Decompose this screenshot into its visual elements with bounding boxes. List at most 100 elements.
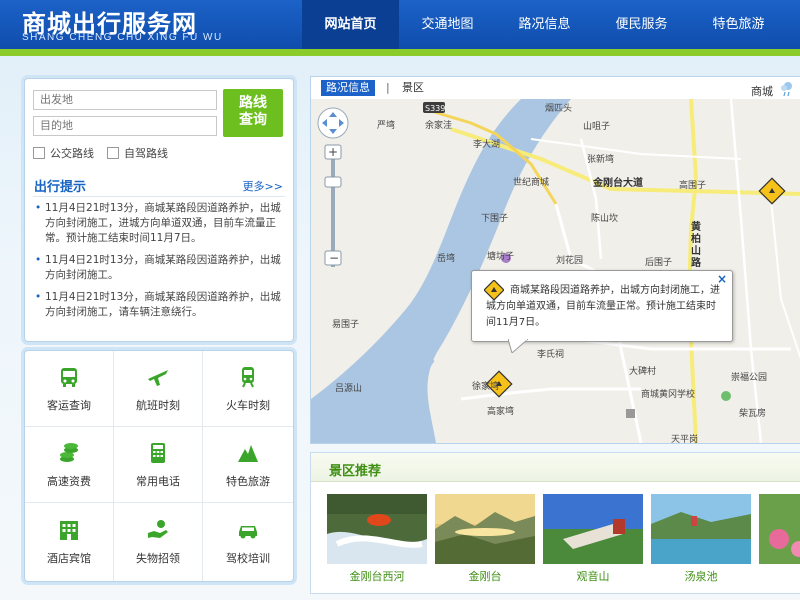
zoom-slider-handle[interactable]: [324, 176, 342, 188]
service-label: 驾校培训: [226, 552, 270, 565]
city-label: 商城: [751, 85, 773, 98]
popup-text: 商城某路段因道路养护，出城方向封闭施工，进城方向单道双通，目前车流量正常。预计施…: [486, 285, 720, 328]
popup-close-button[interactable]: ×: [717, 272, 727, 286]
query-label-line2: 查询: [239, 112, 267, 128]
map-label: 塘坊子: [487, 252, 515, 262]
drive-route-checkbox[interactable]: 自驾路线: [107, 145, 168, 161]
service-driving-school[interactable]: 驾校培训: [203, 503, 293, 581]
map-label: 张新塆: [587, 155, 615, 165]
map-label: 黄柏山路: [691, 222, 701, 269]
popup-pointer: [508, 339, 528, 353]
zoom-in-icon: +: [328, 145, 338, 159]
map-label: 吕源山: [335, 384, 363, 394]
map-label: 刘花园: [556, 256, 584, 266]
query-label-line1: 路线: [239, 95, 267, 111]
highway-shield-label: S339: [425, 104, 445, 113]
map-label: 陈山坎: [591, 214, 619, 224]
scenic-title: 景区推荐: [329, 464, 382, 479]
drive-route-label: 自驾路线: [124, 147, 168, 160]
map-label: 下围子: [481, 214, 509, 224]
route-panel: 路线 查询 公交路线 自驾路线 出行提示 更多>> 11月4日21时13分，商城…: [24, 78, 294, 342]
map-label: 易围子: [332, 320, 360, 330]
service-phone[interactable]: 常用电话: [114, 427, 203, 503]
scenic-item[interactable]: 金刚台西河: [327, 494, 427, 584]
map-label: 商城黄冈学校: [641, 390, 696, 400]
scenic-photo: [543, 494, 643, 564]
map-zoom-control: + −: [317, 107, 349, 267]
scenic-label: 观音山: [576, 570, 610, 583]
nav-services[interactable]: 便民服务: [593, 0, 690, 49]
map-label: 岳塆: [437, 254, 456, 264]
service-hotel[interactable]: 酒店宾馆: [25, 503, 114, 581]
service-label: 失物招领: [136, 552, 180, 565]
service-label: 酒店宾馆: [47, 552, 91, 565]
scenic-photo: [759, 494, 800, 564]
scenic-item[interactable]: [759, 494, 800, 564]
scenic-panel: 景区推荐 金刚台西河 金刚台 观音山 汤泉池: [310, 452, 800, 594]
site-header: 商城出行服务网 SHANG CHENG CHU XING FU WU 网站首页 …: [0, 0, 800, 56]
phone-icon: [151, 442, 165, 463]
scenic-label: 汤泉池: [684, 570, 718, 583]
scenic-item[interactable]: 金刚台: [435, 494, 535, 584]
map-tab-bar: 路况信息 | 景区 商城: [311, 77, 800, 100]
checkbox-box: [33, 147, 45, 159]
tab-scenic[interactable]: 景区: [397, 80, 429, 96]
scenic-item[interactable]: 汤泉池: [651, 494, 751, 584]
map-label: 高家塆: [487, 407, 515, 417]
map-label: 崇福公园: [731, 373, 768, 383]
service-label: 客运查询: [47, 398, 91, 412]
service-train[interactable]: 火车时刻: [203, 351, 293, 427]
destination-input[interactable]: [33, 116, 217, 136]
main-nav: 网站首页 交通地图 路况信息 便民服务 特色旅游: [302, 0, 787, 49]
map-label: 大碑村: [629, 367, 657, 377]
tips-more-link[interactable]: 更多>>: [243, 178, 283, 194]
poi-marker[interactable]: [721, 391, 731, 401]
tips-list: 11月4日21时13分，商城某路段因道路养护，出城方向封闭施工，进城方向单道双通…: [35, 201, 285, 327]
services-panel: 客运查询 航班时刻 火车时刻 高速资费 常用电话 特色旅游 酒店宾馆 失物招领: [24, 350, 294, 582]
nav-tourism[interactable]: 特色旅游: [690, 0, 787, 49]
map-label: 余家洼: [425, 121, 453, 131]
scenic-label: 金刚台: [468, 570, 502, 583]
tips-title: 出行提示: [34, 180, 87, 195]
services-grid: 客运查询 航班时刻 火车时刻 高速资费 常用电话 特色旅游 酒店宾馆 失物招领: [25, 351, 293, 581]
map-label: 严塆: [377, 121, 396, 131]
service-tourism[interactable]: 特色旅游: [203, 427, 293, 503]
map-panel[interactable]: 路况信息 | 景区 商城 S339 烟匹头 严塆 余家洼 山咀子 李大湖 张新塆…: [310, 76, 800, 444]
service-lost-found[interactable]: 失物招领: [114, 503, 203, 581]
scenic-photo: [435, 494, 535, 564]
map-label: 后围子: [645, 258, 673, 268]
tab-road-info[interactable]: 路况信息: [321, 80, 375, 96]
map-label: 烟匹头: [545, 104, 573, 114]
map-label: 高围子: [679, 181, 707, 191]
map-label: 李大湖: [473, 140, 501, 150]
route-query-button[interactable]: 路线 查询: [223, 89, 283, 137]
scenic-item[interactable]: 观音山: [543, 494, 643, 584]
coins-icon: [60, 442, 78, 462]
mountain-icon: [238, 444, 258, 462]
service-flight[interactable]: 航班时刻: [114, 351, 203, 427]
map-label: 金刚台大道: [593, 178, 643, 189]
header-accent-stripe: [0, 49, 800, 56]
tip-item[interactable]: 11月4日21时13分，商城某路段因道路养护，出城方向封闭施工，进城方向单道双通…: [35, 201, 285, 246]
tip-item[interactable]: 11月4日21时13分，商城某路段因道路养护，出城方向封闭施工。: [35, 253, 285, 283]
scenic-label: 金刚台西河: [349, 570, 405, 583]
zoom-out-icon: −: [329, 251, 339, 265]
airplane-icon: [148, 369, 168, 386]
service-bus[interactable]: 客运查询: [25, 351, 114, 427]
nav-home[interactable]: 网站首页: [302, 0, 399, 49]
nav-road-info[interactable]: 路况信息: [496, 0, 593, 49]
nav-traffic-map[interactable]: 交通地图: [399, 0, 496, 49]
tip-item[interactable]: 11月4日21时13分，商城某路段因道路养护，出城方向封闭施工，请车辆注意绕行。: [35, 290, 285, 320]
train-icon: [242, 366, 254, 387]
scenic-photo: [651, 494, 751, 564]
service-highway-fees[interactable]: 高速资费: [25, 427, 114, 503]
origin-input[interactable]: [33, 90, 217, 110]
poi-marker[interactable]: [626, 409, 635, 418]
hotel-icon: [60, 521, 78, 540]
map-label: 天平岗: [671, 435, 699, 444]
map-label: 世纪商城: [513, 178, 550, 188]
service-label: 航班时刻: [136, 398, 180, 412]
checkbox-box: [107, 147, 119, 159]
car-icon: [239, 526, 257, 539]
bus-route-checkbox[interactable]: 公交路线: [33, 145, 94, 161]
